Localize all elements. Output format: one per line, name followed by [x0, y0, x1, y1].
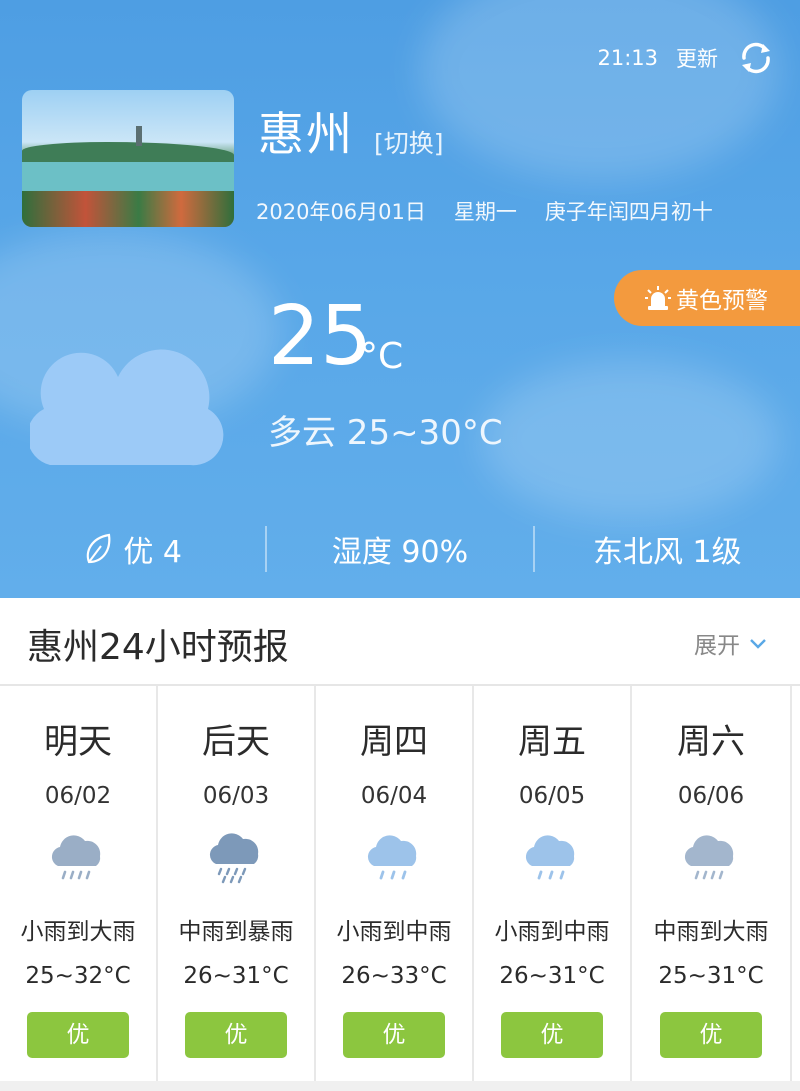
air-quality-value: 优 4 — [123, 535, 182, 570]
day-date: 06/03 — [202, 783, 270, 809]
wind-value: 东北风 1级 — [593, 535, 742, 570]
forecast-day[interactable]: 周四 06/04 小雨到中雨 26~33°C 优 — [316, 686, 474, 1081]
siren-icon — [645, 286, 671, 310]
day-name: 周五 — [518, 722, 586, 762]
update-row: 21:13 更新 — [597, 38, 776, 78]
stats-row: 优 4 湿度 90% 东北风 1级 — [0, 520, 800, 578]
expand-button[interactable]: 展开 — [694, 626, 768, 660]
forecast-title: 惠州24小时预报 — [27, 627, 289, 668]
day-date: 06/02 — [44, 783, 112, 809]
bottom-divider — [0, 1081, 800, 1091]
background-cloud — [480, 360, 780, 520]
switch-city-link[interactable]: [切换] — [374, 124, 444, 160]
date-row: 2020年06月01日 星期一 庚子年闰四月初十 — [256, 196, 713, 226]
humidity-stat: 湿度 90% — [267, 527, 532, 571]
current-condition: 多云 25~30°C — [268, 413, 503, 453]
alert-label: 黄色预警 — [676, 288, 768, 314]
weather-alert-badge[interactable]: 黄色预警 — [614, 270, 800, 326]
aqi-badge[interactable]: 优 — [660, 1012, 762, 1058]
moderate-to-torrential-rain-icon — [209, 833, 259, 884]
forecast-day[interactable]: 周六 06/06 中雨到大雨 25~31°C 优 — [632, 686, 792, 1081]
light-to-heavy-rain-icon — [51, 835, 101, 880]
day-temperature: 26~31°C — [183, 963, 289, 989]
light-to-moderate-rain-icon — [525, 835, 575, 880]
day-date: 06/06 — [677, 783, 745, 809]
temperature-unit: °C — [360, 336, 404, 377]
day-name: 后天 — [202, 722, 270, 762]
partly-cloudy-night-icon — [30, 311, 224, 466]
humidity-value: 湿度 90% — [331, 535, 469, 570]
forecast-header: 惠州24小时预报 展开 — [0, 598, 800, 686]
leaf-icon — [87, 533, 111, 564]
day-description: 中雨到大雨 — [653, 919, 769, 945]
day-name: 明天 — [44, 722, 112, 762]
day-name: 周四 — [360, 722, 428, 762]
expand-label: 展开 — [694, 633, 740, 659]
day-description: 小雨到中雨 — [494, 919, 610, 945]
day-temperature: 25~31°C — [658, 963, 764, 989]
day-temperature: 25~32°C — [25, 963, 131, 989]
city-name: 惠州 — [258, 107, 354, 161]
day-description: 小雨到中雨 — [336, 919, 452, 945]
current-temperature: 25 — [268, 289, 373, 384]
chevron-down-icon — [750, 639, 766, 649]
aqi-badge[interactable]: 优 — [501, 1012, 603, 1058]
wind-stat: 东北风 1级 — [535, 527, 800, 571]
gregorian-date: 2020年06月01日 — [256, 200, 426, 224]
day-date: 06/04 — [360, 783, 428, 809]
air-quality-stat[interactable]: 优 4 — [0, 527, 265, 571]
update-label: 更新 — [676, 47, 718, 71]
moderate-to-heavy-rain-icon — [684, 835, 734, 880]
forecast-day[interactable]: 周五 06/05 小雨到中雨 26~31°C 优 — [474, 686, 632, 1081]
aqi-badge[interactable]: 优 — [27, 1012, 129, 1058]
weekday: 星期一 — [453, 200, 517, 224]
day-temperature: 26~33°C — [341, 963, 447, 989]
day-temperature: 26~31°C — [499, 963, 605, 989]
update-time: 21:13 — [597, 46, 658, 70]
day-description: 中雨到暴雨 — [178, 919, 294, 945]
aqi-badge[interactable]: 优 — [343, 1012, 445, 1058]
day-description: 小雨到大雨 — [20, 919, 136, 945]
forecast-day[interactable]: 后天 06/03 中雨到暴雨 26~31°C 优 — [158, 686, 316, 1081]
day-date: 06/05 — [518, 783, 586, 809]
background-cloud — [420, 0, 780, 180]
city-photo — [22, 90, 234, 227]
lunar-date: 庚子年闰四月初十 — [544, 200, 713, 224]
light-to-moderate-rain-icon — [367, 835, 417, 880]
refresh-icon[interactable] — [736, 38, 776, 78]
forecast-day[interactable]: 明天 06/02 小雨到大雨 25~32°C 优 — [0, 686, 158, 1081]
forecast-days: 明天 06/02 小雨到大雨 25~32°C 优 后天 06/03 中雨到暴雨 … — [0, 686, 800, 1081]
day-name: 周六 — [677, 722, 745, 762]
aqi-badge[interactable]: 优 — [185, 1012, 287, 1058]
weather-hero: 21:13 更新 惠州 [切换] 2020年06月01日 星期一 庚子年闰四月初… — [0, 0, 800, 598]
